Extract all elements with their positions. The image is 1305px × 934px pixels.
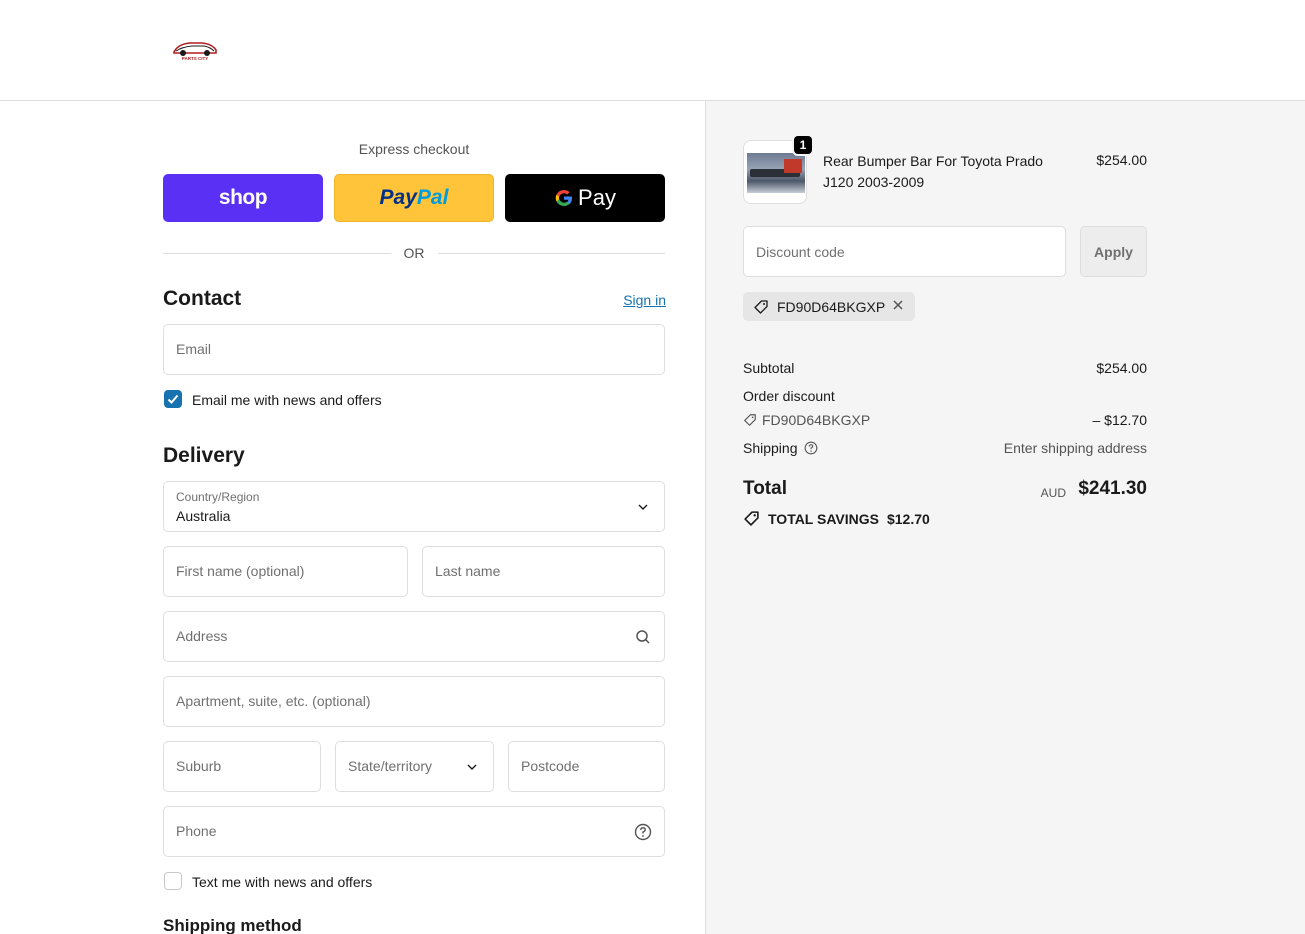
product-name: Rear Bumper Bar For Toyota Prado J120 20… xyxy=(823,153,1043,190)
search-icon xyxy=(636,630,650,644)
order-discount-code-row: FD90D64BKGXP xyxy=(743,412,870,428)
paypal-button[interactable]: Pay Pal xyxy=(334,174,494,222)
shipping-value: Enter shipping address xyxy=(1003,440,1147,456)
discount-placeholder: Discount code xyxy=(756,244,845,260)
last-name-placeholder: Last name xyxy=(435,563,501,579)
order-discount-code: FD90D64BKGXP xyxy=(762,412,871,428)
tag-icon xyxy=(754,299,768,314)
applied-discount-code: FD90D64BKGXP xyxy=(777,298,886,315)
order-discount-value: – $12.70 xyxy=(1092,412,1148,428)
savings-label: TOTAL SAVINGS xyxy=(768,510,879,527)
address-placeholder: Address xyxy=(176,628,228,644)
phone-placeholder: Phone xyxy=(176,823,217,839)
total-value: $241.30 xyxy=(1078,478,1147,499)
express-checkout-title: Express checkout xyxy=(358,141,470,157)
postcode-placeholder: Postcode xyxy=(521,758,580,774)
shipping-row: Shipping xyxy=(743,440,818,456)
tag-icon xyxy=(744,511,759,526)
chevron-down-icon xyxy=(467,764,477,770)
country-value: Australia xyxy=(176,508,231,524)
checkmark-icon xyxy=(167,394,179,404)
total-label: Total xyxy=(743,478,787,499)
state-select[interactable]: State/territory xyxy=(335,741,494,792)
google-pay-button[interactable]: Pay xyxy=(505,174,665,222)
contact-title: Contact xyxy=(163,287,242,310)
delivery-title: Delivery xyxy=(163,444,245,467)
email-news-checkbox[interactable] xyxy=(164,390,182,408)
header: PARTS CITY xyxy=(0,0,1305,101)
email-news-label: Email me with news and offers xyxy=(192,392,382,408)
suburb-field[interactable]: Suburb xyxy=(163,741,321,792)
phone-field[interactable]: Phone xyxy=(163,806,665,857)
help-circle-icon[interactable] xyxy=(804,441,818,455)
google-g-icon xyxy=(555,190,573,206)
first-name-field[interactable]: First name (optional) xyxy=(163,546,408,597)
subtotal-label: Subtotal xyxy=(743,360,795,376)
chevron-down-icon xyxy=(638,504,648,510)
parts-city-logo[interactable]: PARTS CITY xyxy=(170,38,220,62)
product-price: $254.00 xyxy=(1096,152,1147,168)
remove-discount-icon[interactable] xyxy=(891,298,905,312)
paypal-label-pay: Pay xyxy=(379,186,417,209)
text-news-label: Text me with news and offers xyxy=(192,874,373,890)
postcode-field[interactable]: Postcode xyxy=(508,741,665,792)
first-name-placeholder: First name (optional) xyxy=(176,563,305,579)
shipping-label: Shipping xyxy=(743,440,798,456)
email-field[interactable]: Email xyxy=(163,324,665,375)
shipping-method-title: Shipping method xyxy=(163,916,302,934)
country-select[interactable]: Country/Region Australia xyxy=(163,481,665,532)
order-discount-label: Order discount xyxy=(743,388,835,404)
text-news-checkbox[interactable] xyxy=(164,872,182,890)
savings-value: $12.70 xyxy=(886,510,930,527)
shop-pay-label: shop xyxy=(218,186,268,209)
tag-icon xyxy=(744,414,756,426)
sign-in-link[interactable]: Sign in xyxy=(623,292,666,308)
google-pay-label: Pay xyxy=(578,185,616,210)
total-currency: AUD xyxy=(1040,486,1066,500)
apartment-placeholder: Apartment, suite, etc. (optional) xyxy=(176,693,371,709)
quantity-badge: 1 xyxy=(792,134,814,156)
last-name-field[interactable]: Last name xyxy=(422,546,665,597)
paypal-label-pal: Pal xyxy=(416,186,449,209)
country-label: Country/Region xyxy=(176,490,260,504)
shop-pay-button[interactable]: shop xyxy=(163,174,323,222)
apply-discount-button[interactable]: Apply xyxy=(1080,226,1147,277)
or-label: OR xyxy=(403,245,425,261)
state-placeholder: State/territory xyxy=(348,758,433,774)
discount-code-field[interactable]: Discount code xyxy=(743,226,1066,277)
address-field[interactable]: Address xyxy=(163,611,665,662)
total-savings: TOTAL SAVINGS $12.70 xyxy=(743,510,930,527)
apartment-field[interactable]: Apartment, suite, etc. (optional) xyxy=(163,676,665,727)
subtotal-value: $254.00 xyxy=(1096,360,1147,376)
help-circle-icon[interactable] xyxy=(634,823,652,841)
svg-text:PARTS CITY: PARTS CITY xyxy=(182,56,208,61)
applied-discount-chip: FD90D64BKGXP xyxy=(743,292,915,321)
email-placeholder: Email xyxy=(176,341,212,357)
suburb-placeholder: Suburb xyxy=(176,758,222,774)
